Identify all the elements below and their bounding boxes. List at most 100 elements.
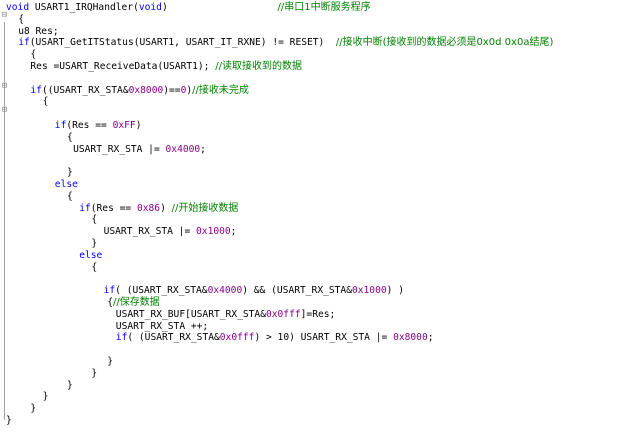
code-token-plain: USART_RX_STA |= <box>73 143 166 155</box>
code-line: u8 Res; <box>18 26 58 38</box>
fold-collapse-icon[interactable]: ⊟ <box>1 105 8 116</box>
code-line: else <box>55 179 78 191</box>
code-line: { <box>43 96 49 108</box>
code-token-plain: ) && (USART_RX_STA& <box>242 285 352 297</box>
code-token-plain: ]=Res; <box>300 308 336 320</box>
code-line: { <box>67 132 73 144</box>
code-token-num: 0x8000 <box>128 84 164 96</box>
code-line: if((USART_RX_STA&0x8000)==0)//接收未完成 <box>30 85 249 97</box>
code-token-plain: ; <box>200 143 206 155</box>
code-token-kw: else <box>79 249 103 261</box>
code-token-plain: (Res == <box>66 120 113 131</box>
code-line: } <box>6 415 12 427</box>
code-line: USART_RX_STA |= 0x4000; <box>73 144 206 156</box>
code-line: if( (USART_RX_STA&0x4000) && (USART_RX_S… <box>104 285 404 297</box>
code-token-kw: void <box>138 2 162 13</box>
code-token-kw: if <box>79 202 91 214</box>
code-token-plain: { <box>42 96 49 108</box>
code-line: { <box>91 214 97 226</box>
code-token-plain: USART_RX_BUF[USART_RX_STA& <box>115 308 266 320</box>
fold-gutter: ⊟ ⊟ ⊟ <box>0 0 10 432</box>
code-line: USART_RX_BUF[USART_RX_STA&0x0fff]=Res; <box>116 309 336 321</box>
code-token-num: 0x4000 <box>207 285 243 297</box>
code-line: { <box>18 14 24 26</box>
code-token-num: 0x0fff <box>265 308 301 320</box>
code-line: } <box>91 368 97 380</box>
code-editor[interactable]: ⊟ ⊟ ⊟ void USART1_IRQHandler(void) //串口1… <box>0 0 619 432</box>
code-token-cmt: //接收中断(接收到的数据必须是0x0d 0x0a结尾) <box>335 37 554 49</box>
code-token-plain: USART_RX_STA ++; <box>115 320 209 332</box>
code-token-plain: Res =USART_ReceiveData(USART1); <box>30 61 216 72</box>
code-token-plain: } <box>67 379 73 391</box>
code-token-num: 0x4000 <box>165 143 201 155</box>
code-token-plain: ; <box>230 226 237 238</box>
code-token-plain: } <box>91 367 98 379</box>
code-line: else <box>79 250 102 262</box>
code-token-cmt: //读取接收到的数据 <box>215 61 302 72</box>
code-token-plain: ((USART_RX_STA& <box>41 84 129 96</box>
code-token-plain: { <box>67 131 73 143</box>
code-token-num: 0x1000 <box>351 285 387 297</box>
code-token-plain: } <box>107 356 114 367</box>
code-line: } <box>67 380 73 392</box>
code-token-plain: USART_RX_STA |= <box>103 226 197 238</box>
code-token-plain: USART1_IRQHandler( <box>29 2 139 13</box>
code-token-kw: if <box>115 332 128 344</box>
code-line: if(Res == 0xFF) <box>55 120 142 132</box>
code-token-kw: void <box>6 2 30 13</box>
code-token-plain: ) <box>135 120 142 131</box>
code-token-plain: } <box>91 238 98 249</box>
code-token-plain: ) ) <box>386 285 404 297</box>
code-token-plain: u8 Res; <box>18 25 59 37</box>
code-token-plain: { <box>91 214 98 226</box>
code-token-num: 0x1000 <box>196 226 231 238</box>
code-line: { <box>67 191 73 203</box>
code-token-num: 0x8000 <box>393 332 428 344</box>
code-token-kw: if <box>54 120 67 131</box>
code-line: } <box>67 167 73 179</box>
code-token-plain: ) > 10) USART_RX_STA |= <box>254 332 394 344</box>
code-token-plain: ) <box>160 202 172 214</box>
code-line: void USART1_IRQHandler(void) //串口1中断服务程序 <box>6 2 371 14</box>
code-line: } <box>30 403 36 415</box>
code-line: if( (USART_RX_STA&0x0fff) > 10) USART_RX… <box>116 332 434 344</box>
code-line: } <box>43 391 49 403</box>
code-line: if(Res == 0x86) //开始接收数据 <box>79 203 238 215</box>
code-line: { <box>91 262 97 274</box>
fold-collapse-icon[interactable]: ⊟ <box>1 81 8 92</box>
code-token-plain: )== <box>163 84 181 96</box>
code-token-num: 0x0fff <box>219 332 255 344</box>
code-token-plain: } <box>6 415 12 426</box>
code-token-plain: ( (USART_RX_STA& <box>115 285 208 297</box>
code-token-plain: { <box>18 13 24 25</box>
code-token-plain: (USART_GetITStatus(USART1, USART_IT_RXNE… <box>29 37 336 49</box>
code-token-kw: else <box>54 179 78 190</box>
code-token-plain: { <box>91 261 98 273</box>
code-line: USART_RX_STA ++; <box>116 321 208 333</box>
code-token-plain: { <box>67 190 73 202</box>
code-token-plain: ; <box>427 332 434 344</box>
code-token-plain: (Res == <box>90 202 137 214</box>
code-token-plain: ( (USART_RX_STA& <box>127 332 220 344</box>
code-line: } <box>107 356 113 368</box>
code-line: {//保存数据 <box>107 297 160 309</box>
code-line: } <box>91 238 97 250</box>
code-token-cmt: //接收未完成 <box>192 84 249 96</box>
code-token-num: 0xFF <box>112 120 136 131</box>
code-token-plain: ) <box>161 2 278 13</box>
code-token-plain: } <box>67 167 73 179</box>
code-token-cmt: //开始接收数据 <box>171 202 239 214</box>
code-token-kw: if <box>103 285 116 297</box>
code-token-plain: } <box>30 403 37 415</box>
code-token-kw: if <box>30 84 42 96</box>
code-line: Res =USART_ReceiveData(USART1); //读取接收到的… <box>30 61 302 73</box>
code-token-num: 0x86 <box>136 202 161 214</box>
code-token-plain: } <box>42 391 49 403</box>
code-line: { <box>30 49 36 61</box>
code-line: USART_RX_STA |= 0x1000; <box>104 226 237 238</box>
code-line: if(USART_GetITStatus(USART1, USART_IT_RX… <box>18 37 553 49</box>
code-token-plain: { <box>30 49 37 61</box>
code-token-cmt: //保存数据 <box>113 297 160 308</box>
code-token-cmt: //串口1中断服务程序 <box>277 2 371 13</box>
code-token-kw: if <box>18 37 30 49</box>
